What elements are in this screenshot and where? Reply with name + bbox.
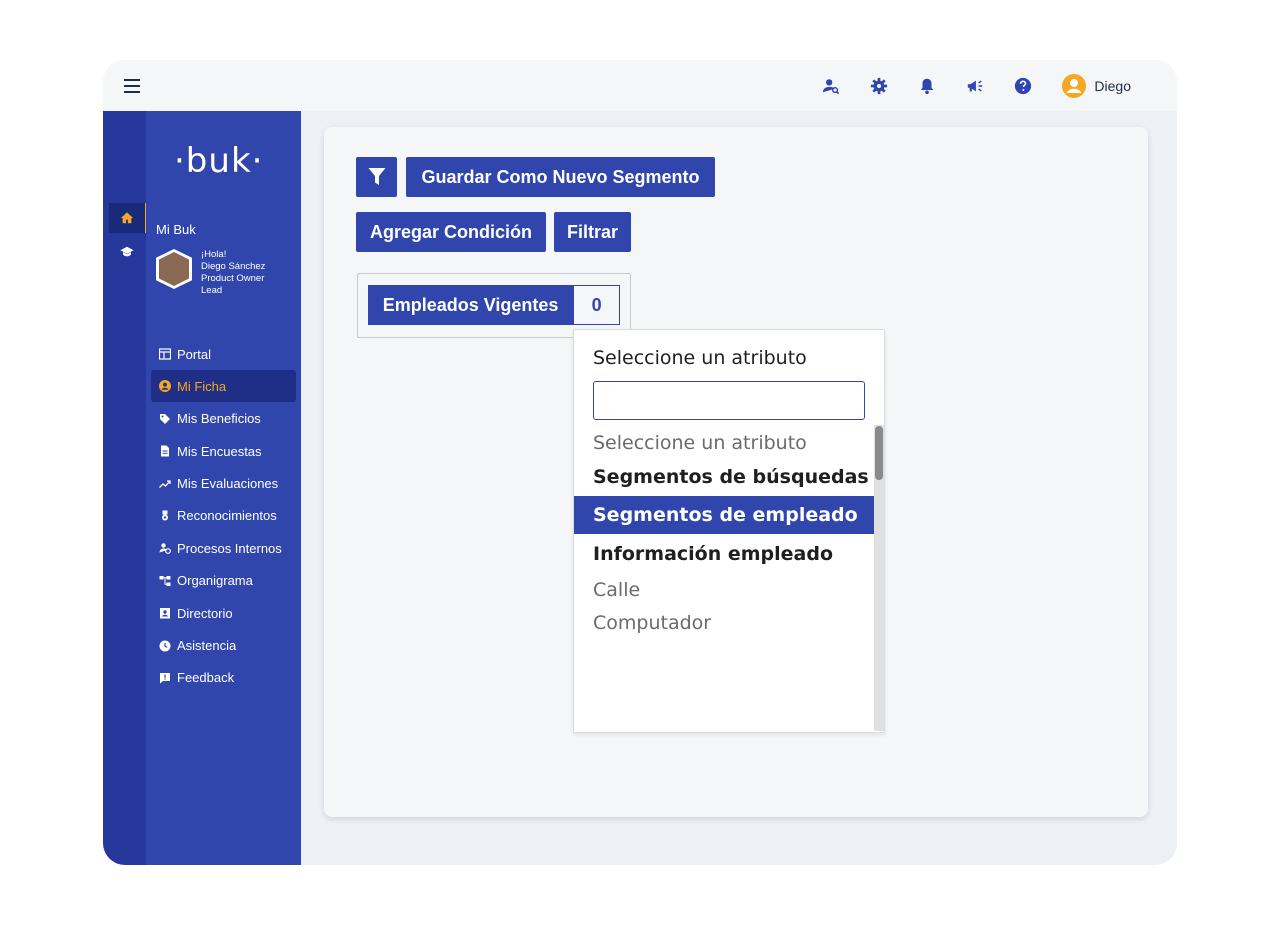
module-rail	[103, 111, 147, 865]
sidebar-item-label: Feedback	[177, 670, 235, 686]
dropdown-scrollbar-thumb[interactable]	[875, 426, 883, 480]
sidebar: ·buk· Mi Buk ¡Hola! Diego Sánchez Produc…	[146, 111, 301, 865]
sidebar-item-label: Mis Evaluaciones	[177, 476, 279, 492]
graduation-cap-icon[interactable]	[109, 237, 145, 267]
add-condition-button[interactable]: Agregar Condición	[356, 212, 546, 252]
segment-count: 0	[573, 285, 620, 325]
sidebar-item-label: Mi Ficha	[177, 378, 227, 394]
sidebar-item-label: Procesos Internos	[177, 540, 282, 556]
sidebar-item-mi-ficha[interactable]: Mi Ficha	[151, 370, 296, 403]
filter-toggle-button[interactable]	[356, 157, 397, 197]
sidebar-item-procesos-internos[interactable]: Procesos Internos	[151, 532, 296, 564]
org-chart-icon	[159, 575, 171, 586]
user-name: Diego	[1094, 77, 1131, 94]
sidebar-item-label: Mis Encuestas	[177, 443, 262, 459]
trending-icon	[159, 479, 171, 488]
megaphone-icon[interactable]	[966, 77, 984, 95]
user-circle-icon	[159, 380, 171, 393]
attribute-option[interactable]: Seleccione un atributo	[574, 426, 874, 459]
option-group-label: Segmentos de búsquedas	[593, 465, 869, 488]
sidebar-item-label: Asistencia	[177, 638, 237, 654]
profile-role: Product Owner	[201, 273, 265, 284]
buk-logo[interactable]: ·buk·	[174, 141, 263, 181]
segment-chip[interactable]: Empleados Vigentes 0	[368, 285, 620, 325]
attribute-dropdown: Seleccione un atributo Seleccione un atr…	[573, 329, 885, 733]
sidebar-item-mis-evaluaciones[interactable]: Mis Evaluaciones	[151, 468, 296, 500]
app-window: Diego ·buk· Mi Buk ¡Hola! Diego Sánchez …	[103, 60, 1177, 865]
user-menu[interactable]: Diego	[1062, 73, 1131, 98]
filter-icon	[368, 168, 385, 185]
dropdown-title: Seleccione un atributo	[593, 347, 807, 369]
attribute-option[interactable]: Calle	[574, 573, 874, 606]
bell-icon[interactable]	[918, 77, 936, 95]
sidebar-item-label: Mis Beneficios	[177, 411, 261, 427]
sidebar-item-asistencia[interactable]: Asistencia	[151, 630, 296, 662]
top-bar-actions: Diego	[822, 60, 1177, 111]
document-icon	[161, 445, 169, 457]
profile-role-2: Lead	[201, 285, 223, 296]
help-icon[interactable]	[1014, 77, 1032, 95]
sidebar-nav: Portal Mi Ficha Mis Beneficios Mis Encue…	[151, 338, 296, 694]
user-search-icon[interactable]	[822, 77, 840, 95]
feedback-icon	[160, 672, 170, 684]
profile-card[interactable]: ¡Hola! Diego Sánchez Product Owner Lead	[156, 249, 265, 297]
profile-text: ¡Hola! Diego Sánchez Product Owner Lead	[201, 249, 265, 297]
profile-name: Diego Sánchez	[201, 261, 266, 272]
sidebar-item-reconocimientos[interactable]: Reconocimientos	[151, 500, 296, 532]
attribute-option[interactable]: Computador	[574, 606, 874, 639]
top-bar: Diego	[103, 60, 1177, 111]
profile-greeting: ¡Hola!	[201, 249, 227, 260]
filter-button[interactable]: Filtrar	[554, 212, 631, 252]
sidebar-item-label: Portal	[177, 346, 211, 362]
user-avatar-icon	[1062, 73, 1087, 98]
sidebar-item-label: Organigrama	[177, 573, 253, 589]
sidebar-item-mis-encuestas[interactable]: Mis Encuestas	[151, 435, 296, 467]
attribute-options-list: Seleccione un atributo Segmentos de búsq…	[574, 426, 874, 639]
sidebar-item-label: Reconocimientos	[177, 508, 277, 524]
dashboard-icon	[159, 348, 171, 360]
medal-icon	[162, 510, 168, 521]
home-icon[interactable]	[109, 203, 147, 233]
sidebar-item-directorio[interactable]: Directorio	[151, 597, 296, 629]
sidebar-section-title: Mi Buk	[156, 222, 196, 237]
people-gear-icon	[159, 543, 171, 555]
segment-editor-card: Guardar Como Nuevo Segmento Agregar Cond…	[324, 127, 1148, 817]
attribute-option-selected[interactable]: Segmentos de empleado	[574, 496, 874, 534]
attribute-search-input[interactable]	[593, 381, 865, 420]
sidebar-item-mis-beneficios[interactable]: Mis Beneficios	[151, 403, 296, 435]
save-as-new-segment-button[interactable]: Guardar Como Nuevo Segmento	[406, 157, 715, 197]
option-group-label: Información empleado	[593, 542, 834, 565]
clock-icon	[159, 640, 171, 652]
sidebar-item-label: Directorio	[177, 605, 233, 621]
gear-icon[interactable]	[870, 77, 888, 95]
sidebar-item-organigrama[interactable]: Organigrama	[151, 565, 296, 597]
tag-icon	[160, 413, 170, 424]
sidebar-item-feedback[interactable]: Feedback	[151, 662, 296, 694]
sidebar-item-portal[interactable]: Portal	[151, 338, 296, 370]
segment-name[interactable]: Empleados Vigentes	[368, 285, 574, 325]
contact-book-icon	[160, 608, 170, 619]
hamburger-icon[interactable]	[124, 79, 140, 93]
avatar	[156, 249, 192, 289]
